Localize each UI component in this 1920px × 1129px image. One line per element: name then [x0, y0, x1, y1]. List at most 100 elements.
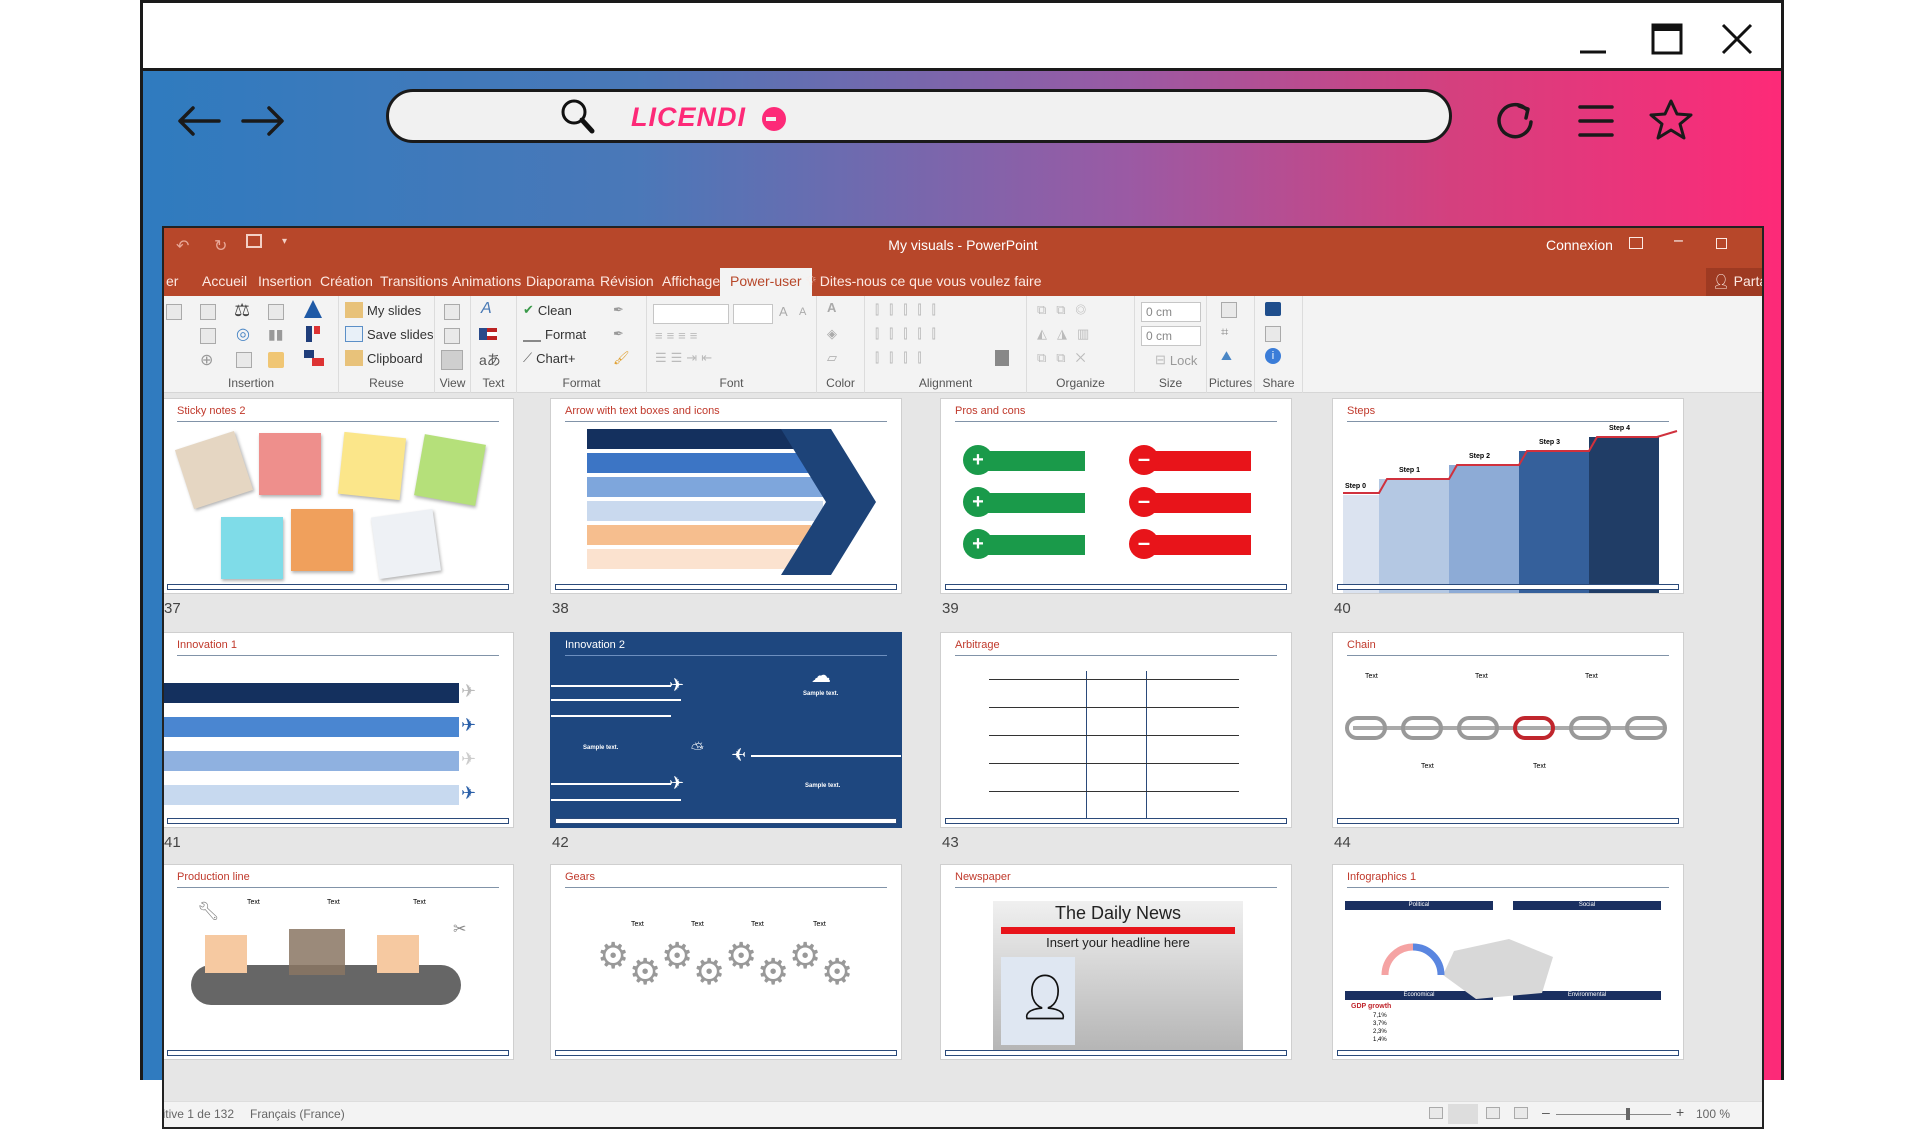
close-button[interactable]	[1715, 17, 1759, 61]
picture-icon[interactable]	[1221, 302, 1237, 318]
flip-icons[interactable]: ◭◮▥	[1037, 326, 1099, 342]
screen-icon[interactable]	[236, 352, 252, 368]
align-row3-icons[interactable]: ⫿⫿⫿⫿	[875, 350, 932, 366]
language-flag-icon[interactable]	[479, 328, 497, 340]
height-input[interactable]: 0 cm	[1141, 326, 1201, 346]
tab-animations[interactable]: Animations	[444, 268, 529, 296]
distribute-icon[interactable]	[995, 350, 1009, 366]
share-button[interactable]: 👤︎ Partager	[1706, 268, 1762, 296]
back-button[interactable]	[171, 93, 227, 149]
map-icon[interactable]: ⊕	[200, 350, 213, 370]
scale-icon[interactable]: ⚖	[234, 300, 250, 321]
group-objects-icons[interactable]: ⧉⧉◎	[1037, 302, 1096, 318]
zoom-slider-thumb[interactable]	[1625, 1108, 1630, 1120]
reading-view-icon[interactable]	[1486, 1107, 1500, 1119]
width-input[interactable]: 0 cm	[1141, 302, 1201, 322]
view-outline-icon[interactable]	[444, 328, 460, 344]
tab-affichage[interactable]: Affichage	[654, 268, 728, 296]
tab-creation[interactable]: Création	[312, 268, 381, 296]
view-normal-icon[interactable]	[444, 304, 460, 320]
minimize-button[interactable]	[1571, 17, 1615, 61]
lock-icon[interactable]	[1265, 302, 1281, 316]
chart-icon[interactable]: ▮▮	[268, 326, 283, 343]
view-sorter-icon[interactable]	[441, 350, 463, 370]
slide-sorter-view-button[interactable]	[1448, 1104, 1478, 1124]
lock-button[interactable]: ⊟ Lock	[1155, 352, 1197, 368]
slides-icon[interactable]	[200, 304, 216, 320]
normal-view-icon[interactable]	[1429, 1107, 1443, 1119]
slide-thumbnail-47[interactable]: Newspaper The Daily News Insert your hea…	[940, 864, 1292, 1060]
ribbon-display-icon[interactable]	[1629, 237, 1643, 249]
slide-thumbnail-39[interactable]: Pros and cons + + + – – –	[940, 398, 1292, 594]
font-name-select[interactable]	[653, 304, 729, 324]
gantt-icon[interactable]	[306, 326, 312, 342]
slide-thumbnail-45[interactable]: Production line 🔧︎ ✂ Text Text Text	[164, 864, 514, 1060]
eyedropper2-icon[interactable]: ✒	[613, 326, 624, 342]
flag-icon[interactable]	[304, 350, 314, 358]
slide-thumbnail-46[interactable]: Gears ⚙ ⚙ ⚙ ⚙ ⚙ ⚙ ⚙ ⚙ Text Text Text Tex…	[550, 864, 902, 1060]
slide-thumbnail-37[interactable]: Sticky notes 2	[164, 398, 514, 594]
order-icons[interactable]: ⧉⧉✕	[1037, 350, 1095, 366]
slide-thumbnail-38[interactable]: Arrow with text boxes and icons	[550, 398, 902, 594]
brush-icon[interactable]: 🖌︎	[613, 350, 630, 366]
list-icons[interactable]: ☰☰⇥⇤	[655, 350, 716, 366]
tab-accueil[interactable]: Accueil	[194, 268, 255, 296]
address-bar[interactable]: LICENDI	[386, 89, 1452, 143]
slide-sorter[interactable]: Sticky notes 2 37 Arrow with text boxes …	[164, 394, 1762, 1104]
app-restore-icon[interactable]	[1716, 238, 1727, 249]
shrink-font-icon[interactable]: A	[799, 306, 806, 318]
slide-thumbnail-40[interactable]: Steps Step 0 Step 1 Step 2 Step 3 Step 4	[1332, 398, 1684, 594]
crop-icon[interactable]: ⌗	[1221, 324, 1228, 340]
compress-picture-icon[interactable]: ⛰︎	[1221, 348, 1232, 364]
signin-link[interactable]: Connexion	[1546, 237, 1613, 253]
slide-thumbnail-41[interactable]: Innovation 1 ✈ ✈ ✈ ✈	[164, 632, 514, 828]
globe-icon[interactable]: ◎	[236, 324, 250, 344]
line-color-icon[interactable]: ▱	[827, 350, 837, 366]
bookmark-button[interactable]	[1643, 93, 1699, 149]
pyramid-icon[interactable]	[304, 300, 322, 318]
chart-plus-button[interactable]: ⟋ Chart+	[523, 350, 576, 366]
grow-font-icon[interactable]: A	[779, 304, 788, 319]
language-indicator[interactable]: Français (France)	[250, 1107, 345, 1121]
slide-footer	[555, 584, 897, 590]
align-row1-icons[interactable]: ⫿⫿⫿⫿⫿	[875, 302, 946, 318]
clipboard-button[interactable]: Clipboard	[345, 350, 423, 366]
export-icon[interactable]	[1265, 326, 1281, 342]
menu-button[interactable]	[1568, 93, 1624, 149]
tab-fichier[interactable]: er	[164, 268, 186, 296]
table-icon[interactable]	[268, 304, 284, 320]
maximize-button[interactable]	[1645, 17, 1689, 61]
reload-button[interactable]	[1488, 93, 1544, 149]
eyedropper-icon[interactable]: ✒	[613, 302, 624, 318]
app-minimize-icon[interactable]: –	[1674, 232, 1683, 250]
slide-thumbnail-42[interactable]: Innovation 2 ✈ ✈ ✈ ⛅︎ ☁ Sample text. Sam…	[550, 632, 902, 828]
align-row2-icons[interactable]: ⫿⫿⫿⫿⫿	[875, 326, 946, 342]
font-size-select[interactable]	[733, 304, 773, 324]
layout-icon[interactable]	[166, 304, 182, 320]
slide-thumbnail-44[interactable]: Chain Text Text Text Text Text	[1332, 632, 1684, 828]
clean-button[interactable]: ✔ Clean	[523, 302, 572, 318]
translate-icon[interactable]: aあ	[479, 350, 501, 370]
slide-thumbnail-48[interactable]: Infographics 1 Political Social Economic…	[1332, 864, 1684, 1060]
save-slides-button[interactable]: Save slides	[345, 326, 433, 342]
tell-me-search[interactable]: 💡︎ Dites-nous ce que vous voulez faire	[798, 268, 1050, 296]
tab-revision[interactable]: Révision	[592, 268, 662, 296]
sticky-note-icon[interactable]	[268, 352, 284, 368]
slideshow-view-icon[interactable]	[1514, 1107, 1528, 1119]
format-button[interactable]: Format	[523, 326, 586, 342]
icon-insert-icon[interactable]	[200, 328, 216, 344]
zoom-in-button[interactable]: +	[1676, 1104, 1684, 1120]
font-color-icon[interactable]: A	[827, 300, 836, 315]
tab-diaporama[interactable]: Diaporama	[518, 268, 602, 296]
forward-button[interactable]	[235, 93, 291, 149]
tab-insertion[interactable]: Insertion	[250, 268, 320, 296]
zoom-level[interactable]: 100 %	[1696, 1107, 1730, 1121]
info-icon[interactable]: i	[1265, 348, 1281, 364]
slide-thumbnail-43[interactable]: Arbitrage	[940, 632, 1292, 828]
align-text-icons[interactable]: ≡≡≡≡	[655, 328, 701, 343]
zoom-slider[interactable]	[1556, 1108, 1671, 1120]
fill-color-icon[interactable]: ◈	[827, 326, 837, 342]
zoom-out-button[interactable]: –	[1542, 1104, 1550, 1120]
text-style-icon[interactable]: A	[481, 300, 492, 318]
my-slides-button[interactable]: My slides	[345, 302, 421, 318]
